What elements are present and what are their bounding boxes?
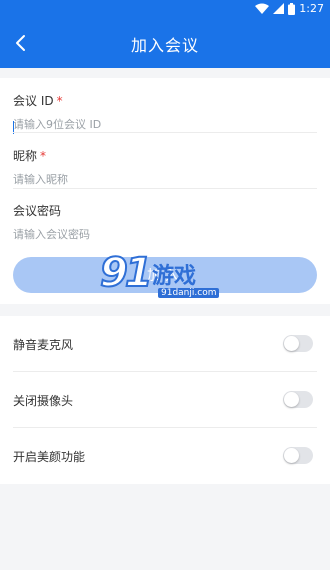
meeting-settings: 静音麦克风 关闭摄像头 开启美颜功能: [0, 316, 330, 484]
password-field: 会议密码: [13, 200, 317, 241]
status-icons: 1:27: [255, 2, 324, 15]
page-title: 加入会议: [130, 36, 199, 55]
meeting-id-input[interactable]: [13, 118, 303, 131]
divider: [13, 188, 317, 189]
status-bar: 1:27: [0, 0, 330, 18]
turn-off-camera-toggle[interactable]: [283, 391, 313, 408]
status-time: 1:27: [299, 2, 324, 15]
empty-area: [0, 484, 330, 570]
beauty-filter-toggle[interactable]: [283, 447, 313, 464]
join-form: 会议 ID* 昵称* 会议密码: [0, 78, 330, 244]
wifi-icon: [255, 3, 270, 14]
setting-mute-microphone: 静音麦克风: [0, 316, 330, 372]
watermark-text: 游戏: [152, 264, 197, 289]
required-mark: *: [56, 94, 63, 108]
battery-icon: [288, 2, 296, 15]
watermark-logo: 91: [99, 249, 154, 297]
setting-label: 关闭摄像头: [13, 394, 74, 408]
meeting-id-field: 会议 ID *: [13, 90, 317, 134]
divider: [13, 132, 317, 133]
signal-icon: [273, 3, 285, 14]
meeting-id-label: 会议 ID: [13, 94, 54, 108]
toggle-knob: [284, 392, 299, 407]
nickname-input[interactable]: [13, 173, 303, 186]
setting-turn-off-camera: 关闭摄像头: [0, 372, 330, 428]
watermark-url: 91danji.com: [158, 288, 220, 298]
required-mark: *: [40, 149, 47, 163]
password-input[interactable]: [13, 228, 303, 241]
toggle-knob: [284, 336, 299, 351]
setting-label: 静音麦克风: [13, 338, 74, 352]
site-watermark: 91 游戏 91danji.com: [99, 249, 240, 304]
toggle-knob: [284, 448, 299, 463]
password-label: 会议密码: [13, 204, 62, 218]
setting-label: 开启美颜功能: [13, 450, 86, 464]
mute-microphone-toggle[interactable]: [283, 335, 313, 352]
setting-beauty-filter: 开启美颜功能: [0, 428, 330, 484]
nickname-label: 昵称: [13, 149, 38, 163]
nickname-field: 昵称 *: [13, 145, 317, 186]
app-bar: 加入会议: [0, 18, 330, 68]
